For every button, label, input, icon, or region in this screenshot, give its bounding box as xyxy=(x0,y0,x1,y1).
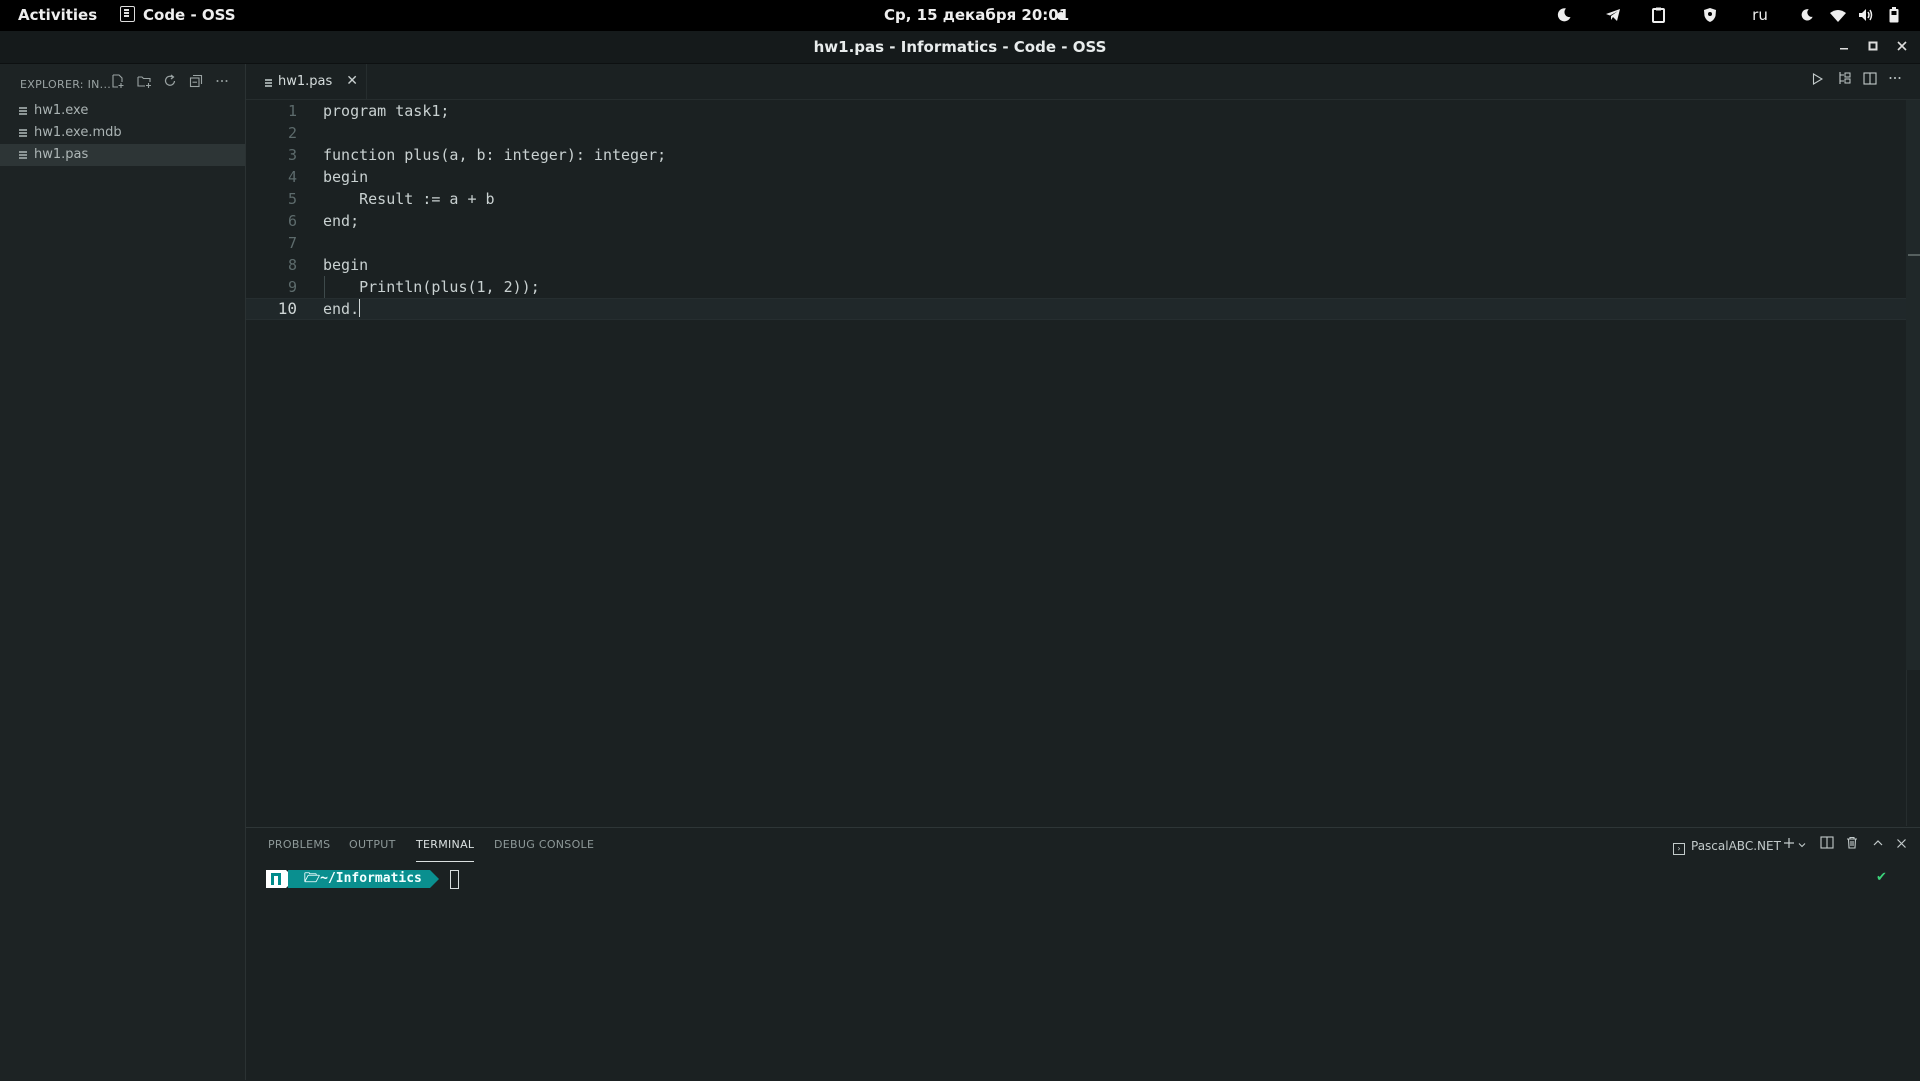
tab-terminal[interactable]: TERMINAL xyxy=(416,828,475,862)
code-text: Println(plus(1, 2)); xyxy=(323,278,540,296)
terminal-profile-selector[interactable]: › PascalABC.NET xyxy=(1673,835,1783,857)
close-window-icon[interactable] xyxy=(1890,31,1914,63)
code-oss-icon xyxy=(120,6,135,22)
app-menu[interactable]: Code - OSS xyxy=(120,0,236,31)
file-icon xyxy=(265,79,272,81)
clock[interactable]: Ср, 15 декабря 20:01 xyxy=(884,0,1069,31)
notification-dot-icon xyxy=(1057,12,1065,20)
maximize-panel-icon[interactable] xyxy=(1869,835,1887,857)
tab-hw1-pas[interactable]: hw1.pas ✕ xyxy=(246,64,367,99)
line-number: 6 xyxy=(287,212,297,230)
code-text: end; xyxy=(323,212,360,230)
minimize-icon[interactable] xyxy=(1832,31,1856,63)
code-line: 4 begin xyxy=(246,166,1906,188)
text-cursor xyxy=(359,299,361,317)
bottom-panel: PROBLEMS OUTPUT TERMINAL DEBUG CONSOLE ›… xyxy=(246,827,1920,1081)
editor-scrollbar-thumb[interactable] xyxy=(1906,100,1920,670)
open-changes-icon[interactable] xyxy=(1833,71,1855,93)
line-number: 9 xyxy=(287,278,297,296)
night-light-icon[interactable] xyxy=(1553,0,1575,31)
gnome-top-bar: Activities Code - OSS Ср, 15 декабря 20:… xyxy=(0,0,1920,31)
prompt-separator-icon xyxy=(430,870,439,888)
line-number: 4 xyxy=(287,168,297,186)
file-name: hw1.exe xyxy=(34,103,89,118)
file-item[interactable]: hw1.exe.mdb xyxy=(0,122,245,144)
scrollbar-cursor-marker xyxy=(1908,254,1920,256)
file-item-selected[interactable]: hw1.pas xyxy=(0,144,245,166)
explorer-title: EXPLORER: IN... xyxy=(20,78,112,91)
close-tab-icon[interactable]: ✕ xyxy=(346,64,358,99)
line-number: 7 xyxy=(287,234,297,252)
code-text: end. xyxy=(323,300,360,318)
terminal-icon: › xyxy=(1673,843,1685,855)
telegram-icon[interactable] xyxy=(1602,0,1624,31)
activities-button[interactable]: Activities xyxy=(18,0,97,31)
tab-debug-console[interactable]: DEBUG CONSOLE xyxy=(494,828,594,862)
terminal-cursor xyxy=(450,870,459,889)
line-number: 3 xyxy=(287,146,297,164)
file-item[interactable]: hw1.exe xyxy=(0,100,245,122)
success-check-icon: ✔ xyxy=(1876,870,1887,885)
window-title-bar: hw1.pas - Informatics - Code - OSS xyxy=(0,31,1920,64)
split-editor-icon[interactable] xyxy=(1859,71,1881,93)
trash-icon[interactable] xyxy=(1843,835,1861,857)
tab-problems[interactable]: PROBLEMS xyxy=(268,828,330,862)
split-terminal-icon[interactable] xyxy=(1817,835,1837,857)
line-number: 5 xyxy=(287,190,297,208)
line-number: 2 xyxy=(287,124,297,142)
code-line-current: 10 end. xyxy=(246,298,1906,320)
keyboard-layout-indicator[interactable]: ru xyxy=(1748,0,1772,31)
code-text: function plus(a, b: integer): integer; xyxy=(323,146,667,164)
os-logo-segment xyxy=(266,870,286,888)
terminal-profile-label: PascalABC.NET xyxy=(1691,839,1781,853)
explorer-sidebar: EXPLORER: IN... hw1.exe hw1.exe.mdb hw1.… xyxy=(0,64,246,1080)
window-title: hw1.pas - Informatics - Code - OSS xyxy=(813,38,1107,56)
vpn-shield-icon[interactable] xyxy=(1699,0,1721,31)
code-line: 8 begin xyxy=(246,254,1906,276)
file-name: hw1.exe.mdb xyxy=(34,125,122,140)
code-line: 9 Println(plus(1, 2)); xyxy=(246,276,1906,298)
wifi-icon[interactable] xyxy=(1828,0,1848,31)
dark-mode-icon[interactable] xyxy=(1797,0,1817,31)
file-icon xyxy=(19,129,27,131)
code-line: 2 xyxy=(246,122,1906,144)
code-line: 7 xyxy=(246,232,1906,254)
file-icon xyxy=(19,107,27,109)
code-text: begin xyxy=(323,168,369,186)
maximize-icon[interactable] xyxy=(1861,31,1885,63)
tab-output[interactable]: OUTPUT xyxy=(349,828,396,862)
code-line-content: end. xyxy=(323,299,361,319)
editor-tab-bar: hw1.pas ✕ xyxy=(246,64,1920,100)
prompt-path-segment: 🗁~/Informatics xyxy=(288,870,430,888)
close-panel-icon[interactable] xyxy=(1892,835,1910,857)
code-text: begin xyxy=(323,256,369,274)
line-number: 1 xyxy=(287,102,297,120)
battery-icon[interactable] xyxy=(1884,0,1904,31)
refresh-icon[interactable] xyxy=(158,72,182,96)
volume-icon[interactable] xyxy=(1856,0,1876,31)
prompt-path: ~/Informatics xyxy=(320,871,422,886)
clipboard-icon[interactable] xyxy=(1647,0,1669,31)
code-line: 1 program task1; xyxy=(246,100,1906,122)
manjaro-logo-icon xyxy=(271,873,281,885)
line-number: 8 xyxy=(287,256,297,274)
new-file-icon[interactable] xyxy=(106,72,130,96)
app-menu-label: Code - OSS xyxy=(143,6,236,24)
code-text: Result := a + b xyxy=(323,190,495,208)
tab-label: hw1.pas xyxy=(278,74,333,89)
editor-more-actions-icon[interactable] xyxy=(1884,71,1906,93)
more-actions-icon[interactable] xyxy=(210,72,234,96)
run-icon[interactable] xyxy=(1806,71,1828,93)
code-line: 5 Result := a + b xyxy=(246,188,1906,210)
chevron-down-icon[interactable] xyxy=(1796,835,1808,857)
code-line: 3 function plus(a, b: integer): integer; xyxy=(246,144,1906,166)
file-icon xyxy=(19,151,27,153)
file-name: hw1.pas xyxy=(34,147,89,162)
code-editor[interactable]: 1 program task1; 2 3 function plus(a, b:… xyxy=(246,100,1906,826)
code-text: program task1; xyxy=(323,102,450,120)
code-line: 6 end; xyxy=(246,210,1906,232)
new-folder-icon[interactable] xyxy=(132,72,156,96)
line-number: 10 xyxy=(277,299,297,318)
collapse-all-icon[interactable] xyxy=(184,72,208,96)
